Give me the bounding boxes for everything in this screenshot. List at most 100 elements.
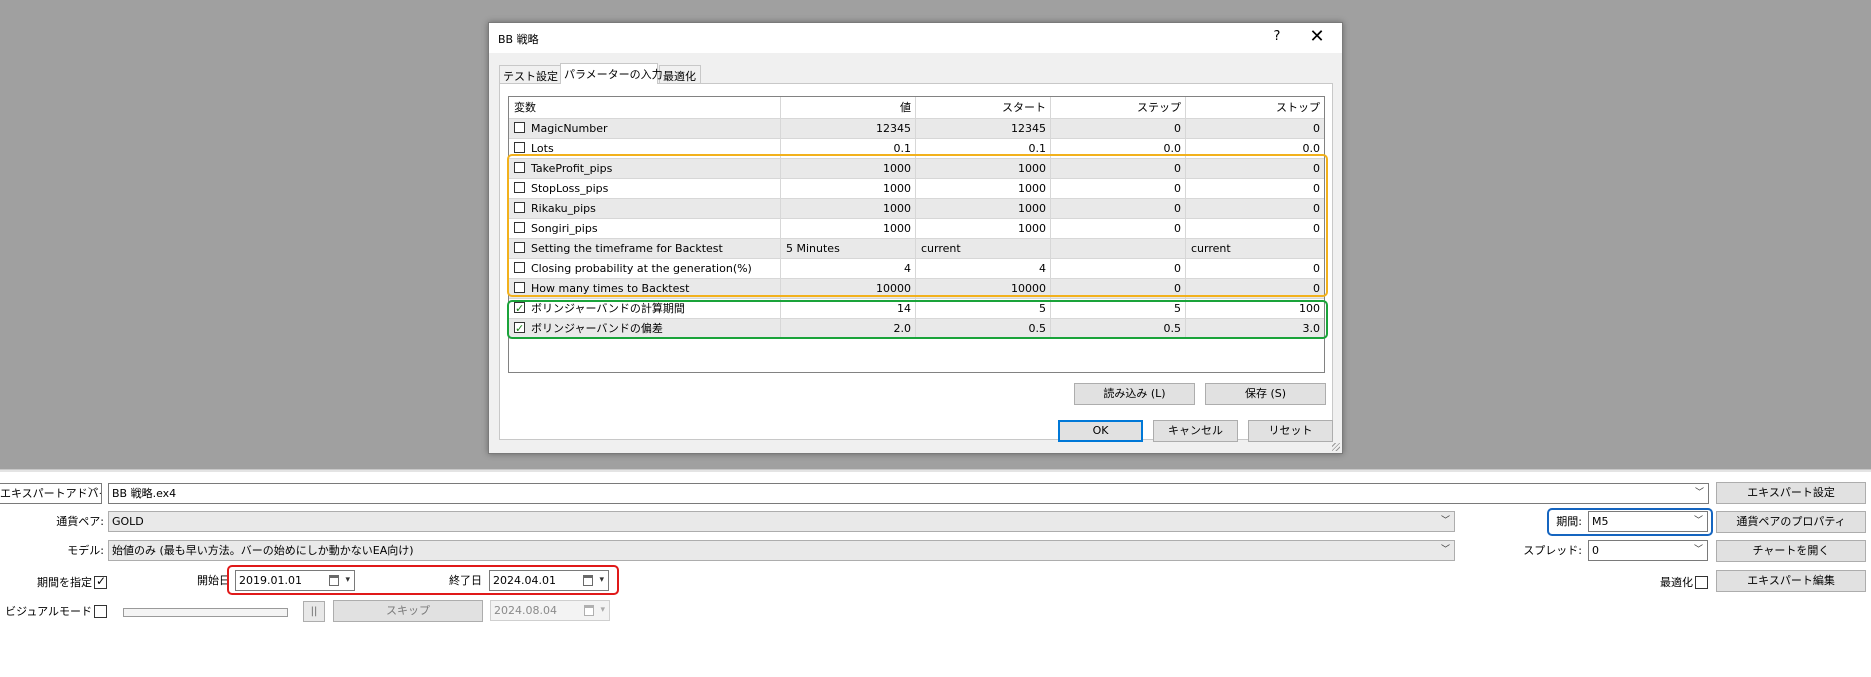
parameter-value-cell[interactable]: 1000 bbox=[781, 159, 916, 179]
parameter-value-cell[interactable]: 1000 bbox=[781, 199, 916, 219]
parameter-step-cell[interactable]: 0 bbox=[1051, 119, 1186, 139]
parameter-value-cell[interactable]: 1000 bbox=[781, 179, 916, 199]
table-row[interactable]: Songiri_pips 1000 1000 0 0 bbox=[509, 219, 1324, 239]
ea-type-select[interactable]: エキスパートアドバイザ ﹀ bbox=[0, 483, 102, 504]
parameter-step-cell[interactable]: 5 bbox=[1051, 299, 1186, 319]
parameter-name-cell[interactable]: Songiri_pips bbox=[509, 219, 781, 239]
parameter-step-cell[interactable]: 0.5 bbox=[1051, 319, 1186, 339]
parameter-stop-cell[interactable]: 0 bbox=[1186, 179, 1324, 199]
optimize-checkbox[interactable] bbox=[514, 319, 525, 338]
open-chart-button[interactable]: チャートを開く bbox=[1716, 540, 1866, 562]
parameter-value-cell[interactable]: 5 Minutes bbox=[781, 239, 916, 259]
tab-test-settings[interactable]: テスト設定 bbox=[499, 65, 561, 83]
parameter-start-cell[interactable]: current bbox=[916, 239, 1051, 259]
parameter-value-cell[interactable]: 4 bbox=[781, 259, 916, 279]
table-row[interactable]: How many times to Backtest 10000 10000 0 0 bbox=[509, 279, 1324, 299]
parameter-start-cell[interactable]: 0.1 bbox=[916, 139, 1051, 159]
parameter-start-cell[interactable]: 0.5 bbox=[916, 319, 1051, 339]
table-row[interactable]: ボリンジャーバンドの計算期間1455100 bbox=[509, 299, 1324, 319]
symbol-properties-button[interactable]: 通貨ペアのプロパティ bbox=[1716, 511, 1866, 533]
parameter-stop-cell[interactable]: 0 bbox=[1186, 159, 1324, 179]
parameter-start-cell[interactable]: 12345 bbox=[916, 119, 1051, 139]
table-row[interactable]: MagicNumber 12345 12345 0 0 bbox=[509, 119, 1324, 139]
pause-button[interactable]: || bbox=[303, 601, 325, 622]
parameter-stop-cell[interactable]: 0 bbox=[1186, 259, 1324, 279]
parameter-start-cell[interactable]: 1000 bbox=[916, 179, 1051, 199]
parameter-stop-cell[interactable]: 100 bbox=[1186, 299, 1324, 319]
parameter-value-cell[interactable]: 1000 bbox=[781, 219, 916, 239]
reset-button[interactable]: リセット bbox=[1248, 420, 1333, 442]
skip-date-picker[interactable]: 2024.08.04 ▾ bbox=[490, 600, 610, 621]
parameter-stop-cell[interactable]: 0 bbox=[1186, 279, 1324, 299]
save-button[interactable]: 保存 (S) bbox=[1205, 383, 1326, 405]
close-icon[interactable]: ✕ bbox=[1305, 26, 1329, 47]
parameter-start-cell[interactable]: 1000 bbox=[916, 199, 1051, 219]
parameter-stop-cell[interactable]: 0 bbox=[1186, 199, 1324, 219]
tab-input-parameters[interactable]: パラメーターの入力 bbox=[560, 63, 663, 84]
skip-button[interactable]: スキップ bbox=[333, 600, 483, 622]
parameter-step-cell[interactable]: 0 bbox=[1051, 199, 1186, 219]
use-date-checkbox[interactable] bbox=[94, 574, 107, 589]
load-button[interactable]: 読み込み (L) bbox=[1074, 383, 1195, 405]
parameter-start-cell[interactable]: 10000 bbox=[916, 279, 1051, 299]
parameter-step-cell[interactable]: 0 bbox=[1051, 219, 1186, 239]
parameter-step-cell[interactable] bbox=[1051, 239, 1186, 259]
tab-optimization[interactable]: 最適化 bbox=[659, 65, 701, 83]
optimize-checkbox[interactable] bbox=[514, 142, 525, 153]
table-row[interactable]: Lots 0.1 0.1 0.0 0.0 bbox=[509, 139, 1324, 159]
table-row[interactable]: Setting the timeframe for Backtest 5 Minu… bbox=[509, 239, 1324, 259]
parameter-stop-cell[interactable]: 0.0 bbox=[1186, 139, 1324, 159]
table-row[interactable]: StopLoss_pips 1000 1000 0 0 bbox=[509, 179, 1324, 199]
optimize-checkbox[interactable] bbox=[514, 282, 525, 293]
column-header-start[interactable]: スタート bbox=[916, 97, 1051, 119]
parameter-step-cell[interactable]: 0 bbox=[1051, 179, 1186, 199]
parameter-start-cell[interactable]: 5 bbox=[916, 299, 1051, 319]
start-date-picker[interactable]: 2019.01.01 ▾ bbox=[235, 570, 355, 591]
optimize-checkbox[interactable] bbox=[514, 262, 525, 273]
resize-grip-icon[interactable] bbox=[1332, 443, 1340, 451]
symbol-select[interactable]: GOLD ﹀ bbox=[108, 511, 1455, 532]
expert-settings-button[interactable]: エキスパート設定 bbox=[1716, 482, 1866, 504]
optimization-checkbox[interactable] bbox=[1695, 576, 1708, 589]
parameter-name-cell[interactable]: Setting the timeframe for Backtest bbox=[509, 239, 781, 259]
parameter-name-cell[interactable]: ボリンジャーバンドの偏差 bbox=[509, 319, 781, 339]
parameter-stop-cell[interactable]: current bbox=[1186, 239, 1324, 259]
column-header-stop[interactable]: ストップ bbox=[1186, 97, 1324, 119]
parameter-start-cell[interactable]: 1000 bbox=[916, 219, 1051, 239]
table-row[interactable]: ボリンジャーバンドの偏差2.00.50.53.0 bbox=[509, 319, 1324, 339]
optimize-checkbox[interactable] bbox=[514, 242, 525, 253]
parameter-name-cell[interactable]: TakeProfit_pips bbox=[509, 159, 781, 179]
parameter-name-cell[interactable]: Closing probability at the generation(%) bbox=[509, 259, 781, 279]
optimize-checkbox[interactable] bbox=[514, 202, 525, 213]
parameter-stop-cell[interactable]: 0 bbox=[1186, 219, 1324, 239]
parameter-step-cell[interactable]: 0.0 bbox=[1051, 139, 1186, 159]
parameter-value-cell[interactable]: 12345 bbox=[781, 119, 916, 139]
parameter-value-cell[interactable]: 0.1 bbox=[781, 139, 916, 159]
ea-file-select[interactable]: BB 戦略.ex4 ﹀ bbox=[108, 483, 1709, 504]
period-select[interactable]: M5 ﹀ bbox=[1588, 511, 1708, 532]
optimize-checkbox[interactable] bbox=[514, 162, 525, 173]
column-header-variable[interactable]: 変数 bbox=[509, 97, 781, 119]
visual-speed-slider[interactable] bbox=[123, 608, 288, 617]
edit-expert-button[interactable]: エキスパート編集 bbox=[1716, 570, 1866, 592]
parameter-name-cell[interactable]: StopLoss_pips bbox=[509, 179, 781, 199]
column-header-step[interactable]: ステップ bbox=[1051, 97, 1186, 119]
cancel-button[interactable]: キャンセル bbox=[1153, 420, 1238, 442]
table-row[interactable]: Rikaku_pips 1000 1000 0 0 bbox=[509, 199, 1324, 219]
parameter-stop-cell[interactable]: 3.0 bbox=[1186, 319, 1324, 339]
end-date-picker[interactable]: 2024.04.01 ▾ bbox=[489, 570, 609, 591]
parameter-step-cell[interactable]: 0 bbox=[1051, 259, 1186, 279]
parameter-start-cell[interactable]: 4 bbox=[916, 259, 1051, 279]
parameter-name-cell[interactable]: How many times to Backtest bbox=[509, 279, 781, 299]
parameter-name-cell[interactable]: ボリンジャーバンドの計算期間 bbox=[509, 299, 781, 319]
table-row[interactable]: TakeProfit_pips 1000 1000 0 0 bbox=[509, 159, 1324, 179]
ok-button[interactable]: OK bbox=[1058, 420, 1143, 442]
optimize-checkbox[interactable] bbox=[514, 299, 525, 318]
optimize-checkbox[interactable] bbox=[514, 182, 525, 193]
parameter-value-cell[interactable]: 14 bbox=[781, 299, 916, 319]
optimize-checkbox[interactable] bbox=[514, 222, 525, 233]
parameter-name-cell[interactable]: MagicNumber bbox=[509, 119, 781, 139]
parameter-name-cell[interactable]: Rikaku_pips bbox=[509, 199, 781, 219]
parameter-step-cell[interactable]: 0 bbox=[1051, 279, 1186, 299]
parameter-stop-cell[interactable]: 0 bbox=[1186, 119, 1324, 139]
